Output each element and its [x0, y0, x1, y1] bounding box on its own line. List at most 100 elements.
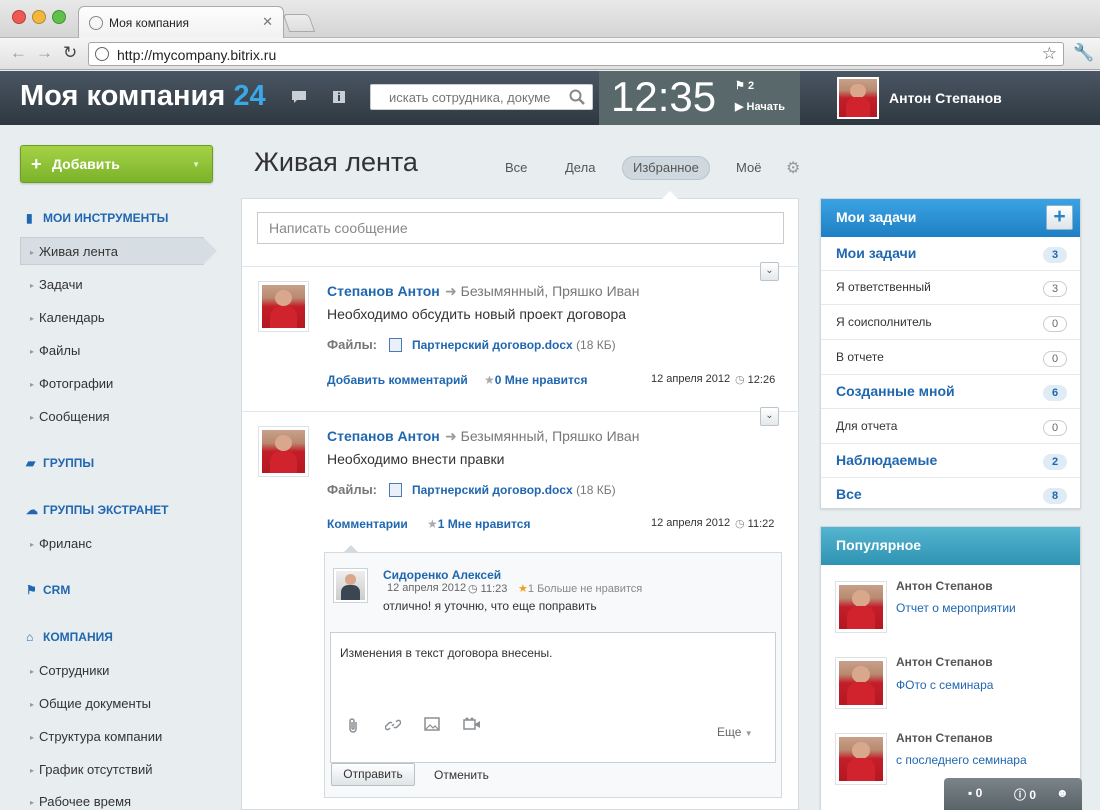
add-comment-link[interactable]: Добавить комментарий — [327, 373, 468, 387]
popular-link[interactable]: ФОто с семинара — [896, 678, 993, 692]
start-workday-button[interactable]: ▶ Начать — [735, 100, 785, 113]
post-avatar[interactable] — [259, 282, 308, 331]
sidebar-item-worktime[interactable]: ▸ Рабочее время — [30, 794, 131, 809]
post-author[interactable]: Степанов Антон — [327, 283, 440, 299]
video-icon[interactable] — [463, 717, 481, 734]
bookmark-star-icon[interactable]: ☆ — [1042, 44, 1057, 64]
link-icon[interactable] — [384, 717, 402, 736]
menu-section-crm[interactable]: ⚑ CRM — [26, 583, 70, 597]
more-dropdown[interactable]: Еще ▼ — [717, 725, 753, 739]
sidebar-item-employees[interactable]: ▸ Сотрудники — [30, 663, 109, 678]
popular-avatar[interactable] — [836, 658, 886, 708]
task-row[interactable]: В отчете 0 — [821, 341, 1080, 375]
browser-tab[interactable]: Моя компания ✕ — [78, 6, 284, 38]
sidebar-item-documents[interactable]: ▸ Общие документы — [30, 696, 151, 711]
chevron-down-icon[interactable]: ⌄ — [760, 262, 779, 281]
tab-tasks[interactable]: Дела — [565, 160, 595, 175]
wrench-icon[interactable]: 🔧 — [1073, 43, 1094, 63]
sidebar-item-structure[interactable]: ▸ Структура компании — [30, 729, 162, 744]
task-row[interactable]: Наблюдаемые 2 — [821, 444, 1080, 478]
post-author[interactable]: Степанов Антон — [327, 428, 440, 444]
user-avatar[interactable] — [837, 77, 879, 119]
post-avatar[interactable] — [259, 427, 308, 476]
sidebar-item-photos[interactable]: ▸ Фотографии — [30, 376, 113, 391]
task-row[interactable]: Для отчета 0 — [821, 410, 1080, 444]
tab-close-icon[interactable]: ✕ — [262, 14, 273, 30]
image-icon[interactable] — [424, 717, 440, 734]
popular-avatar[interactable] — [836, 734, 886, 784]
address-bar[interactable]: http://mycompany.bitrix.ru ☆ — [88, 42, 1064, 66]
back-icon[interactable]: ← — [10, 43, 27, 63]
user-name[interactable]: Антон Степанов — [889, 90, 1002, 106]
maximize-window-button[interactable] — [52, 10, 66, 24]
menu-section-groups[interactable]: ▰ ГРУППЫ — [26, 456, 94, 470]
sidebar-item-files[interactable]: ▸ Файлы — [30, 343, 80, 358]
messages-counter[interactable]: ▪ 0 — [968, 786, 982, 800]
sidebar-item-live-feed[interactable]: ▸ Живая лента — [30, 244, 118, 259]
forward-icon[interactable]: → — [36, 43, 53, 63]
reply-text[interactable]: Изменения в текст договора внесены. — [340, 646, 552, 660]
task-row[interactable]: Все 8 — [821, 478, 1080, 512]
tab-title: Моя компания — [109, 16, 189, 30]
reply-editor[interactable]: Изменения в текст договора внесены. Еще … — [330, 632, 776, 763]
task-row[interactable]: Я соисполнитель 0 — [821, 306, 1080, 340]
contacts-icon[interactable]: ☻ — [1056, 786, 1069, 800]
file-link[interactable]: Партнерский договор.docx (18 КБ) — [412, 338, 616, 352]
work-day-panel[interactable]: 12:35 ⚑ 2 ▶ Начать — [599, 71, 800, 125]
search-input[interactable] — [371, 85, 561, 109]
search-icon[interactable] — [568, 88, 586, 109]
file-link[interactable]: Партнерский договор.docx (18 КБ) — [412, 483, 616, 497]
tab-all[interactable]: Все — [505, 160, 527, 175]
sidebar-item-absences[interactable]: ▸ График отсутствий — [30, 762, 152, 777]
reload-icon[interactable]: ↻ — [63, 43, 77, 63]
compose-message-input[interactable]: Написать сообщение — [257, 212, 784, 244]
window-controls — [12, 10, 66, 24]
sidebar-item-label: Файлы — [39, 343, 81, 358]
portal-logo[interactable]: Моя компания 24 — [20, 80, 266, 113]
cancel-button[interactable]: Отменить — [434, 768, 489, 782]
paperclip-icon[interactable] — [347, 717, 359, 736]
send-button[interactable]: Отправить — [331, 763, 415, 786]
file-name[interactable]: Партнерский договор.docx — [412, 338, 573, 352]
comments-link[interactable]: Комментарии — [327, 517, 408, 531]
sidebar-item-messages[interactable]: ▸ Сообщения — [30, 409, 110, 424]
sidebar-item-tasks[interactable]: ▸ Задачи — [30, 277, 83, 292]
task-row[interactable]: Созданные мной 6 — [821, 375, 1080, 409]
post-destination-text[interactable]: Безымянный, Пряшко Иван — [461, 283, 640, 299]
sidebar-item-calendar[interactable]: ▸ Календарь — [30, 310, 105, 325]
comment-like-button[interactable]: ★1 Больше не нравится — [518, 582, 642, 595]
chevron-down-icon[interactable]: ⌄ — [760, 407, 779, 426]
popular-link[interactable]: с последнего семинара — [896, 753, 1027, 767]
chat-icon[interactable] — [291, 90, 307, 104]
add-button[interactable]: + Добавить ▼ — [20, 145, 213, 183]
file-size: (18 КБ) — [576, 483, 616, 497]
popular-avatar[interactable] — [836, 582, 886, 632]
sidebar-item-freelance[interactable]: ▸ Фриланс — [30, 536, 92, 551]
chevron-right-icon: ▸ — [30, 347, 35, 356]
tab-favorites[interactable]: Избранное — [633, 160, 699, 175]
tab-mine[interactable]: Моё — [736, 160, 761, 175]
like-button[interactable]: ★0 Мне нравится — [484, 373, 587, 387]
close-window-button[interactable] — [12, 10, 26, 24]
new-tab-button[interactable] — [282, 14, 316, 32]
chevron-down-icon[interactable]: ▼ — [192, 160, 200, 169]
menu-section-extranet[interactable]: ☁ ГРУППЫ ЭКСТРАНЕТ — [26, 503, 168, 517]
post-destination-text[interactable]: Безымянный, Пряшко Иван — [461, 428, 640, 444]
task-row[interactable]: Я ответственный 3 — [821, 271, 1080, 305]
notifications-counter[interactable]: ⓘ 0 — [1014, 786, 1036, 803]
popular-link[interactable]: Отчет о мероприятии — [896, 601, 1016, 615]
minimize-window-button[interactable] — [32, 10, 46, 24]
clock-tasks[interactable]: ⚑ 2 — [735, 79, 754, 92]
comment-author[interactable]: Сидоренко Алексей — [383, 568, 501, 582]
task-row[interactable]: Мои задачи 3 — [821, 237, 1080, 271]
add-task-button[interactable]: + — [1046, 205, 1073, 230]
menu-section-company[interactable]: ⌂ КОМПАНИЯ — [26, 630, 113, 644]
post-time-text: 12:26 — [747, 374, 776, 386]
file-name[interactable]: Партнерский договор.docx — [412, 483, 573, 497]
info-icon[interactable] — [331, 90, 347, 104]
menu-section-tools[interactable]: ▮ МОИ ИНСТРУМЕНТЫ — [26, 211, 168, 225]
gear-icon[interactable]: ⚙ — [786, 158, 800, 178]
chevron-right-icon: ▸ — [30, 700, 35, 709]
comment-avatar[interactable] — [334, 569, 367, 602]
like-button[interactable]: ★1 Мне нравится — [427, 517, 530, 531]
